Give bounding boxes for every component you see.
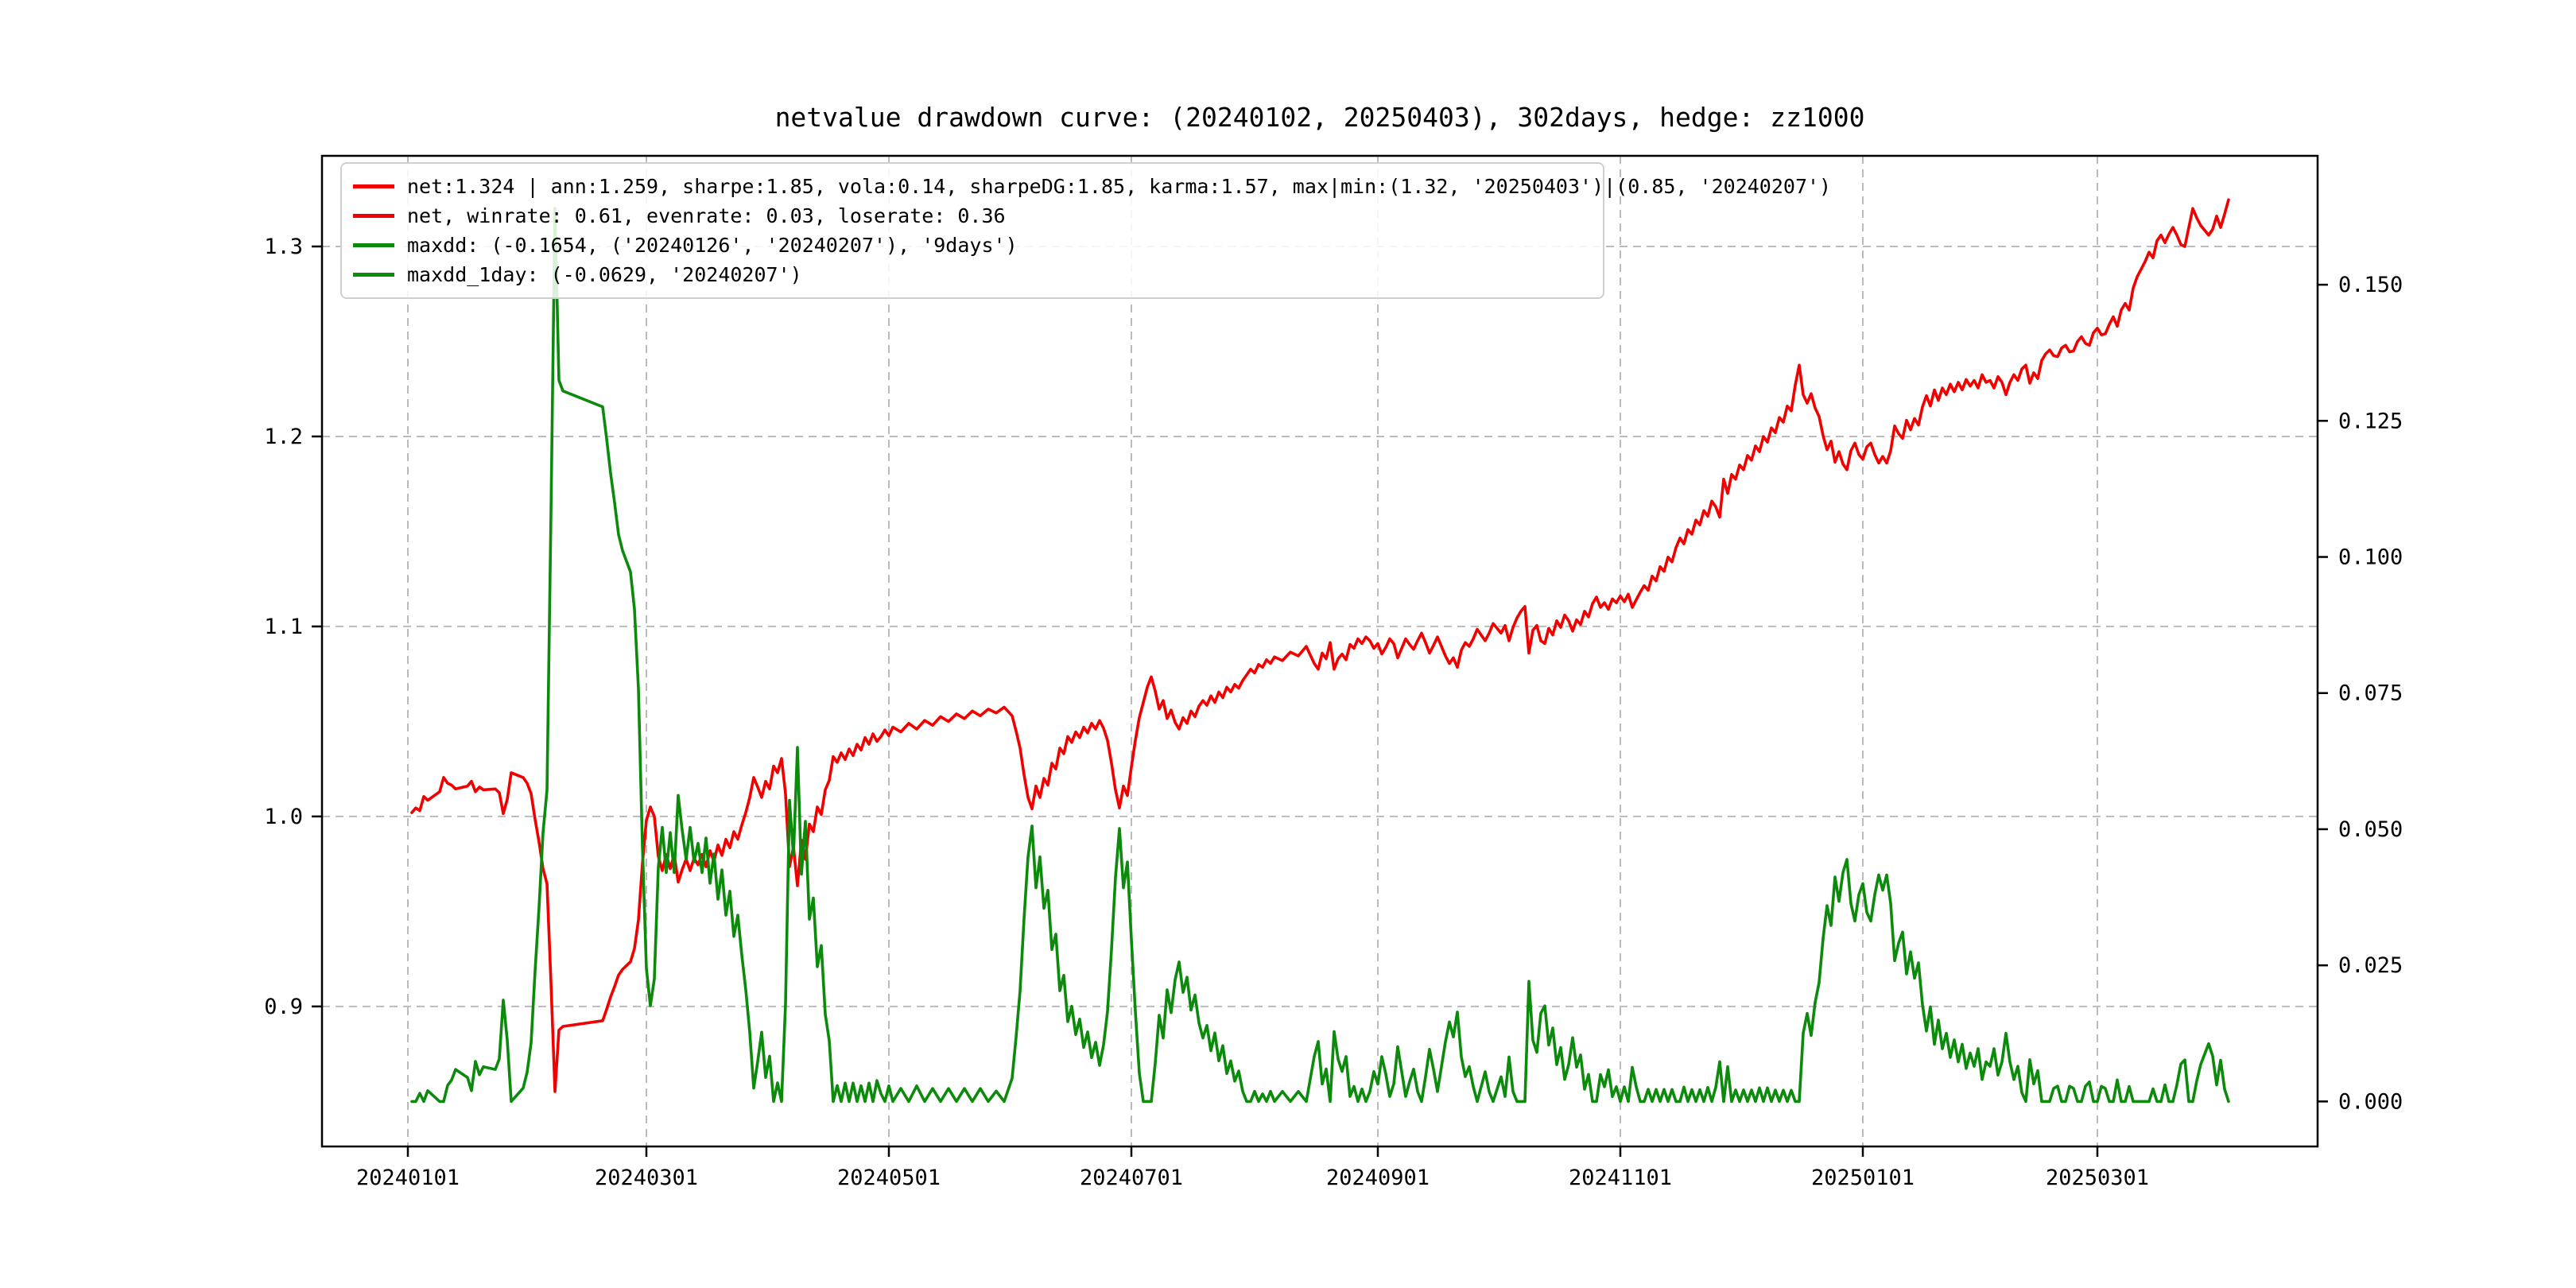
- legend-item-maxdd: maxdd: (-0.1654, ('20240126', '20240207'…: [353, 231, 1589, 260]
- x-tick-label: 20240901: [1326, 1166, 1430, 1190]
- y-right-tick-label: 0.100: [2338, 545, 2403, 570]
- x-tick-label: 20241101: [1569, 1166, 1672, 1190]
- y-left-tick-label: 1.3: [264, 235, 303, 259]
- y-left-tick-label: 0.9: [264, 995, 303, 1019]
- x-tick-label: 20240101: [356, 1166, 460, 1190]
- y-right-tick-label: 0.000: [2338, 1089, 2403, 1114]
- legend-label-maxdd: maxdd: (-0.1654, ('20240126', '20240207'…: [407, 234, 1018, 257]
- net-curve-line: [410, 198, 2230, 1093]
- x-tick-label: 20240701: [1080, 1166, 1183, 1190]
- y-right-tick-label: 0.050: [2338, 817, 2403, 842]
- legend-item-maxdd-1day: maxdd_1day: (-0.0629, '20240207'): [353, 260, 1589, 289]
- y-right-tick-label: 0.125: [2338, 409, 2403, 433]
- legend-box: net:1.324 | ann:1.259, sharpe:1.85, vola…: [340, 162, 1831, 299]
- legend-line-sample-net-stats: [353, 184, 394, 188]
- legend-label-maxdd-1day: maxdd_1day: (-0.0629, '20240207'): [407, 263, 802, 286]
- drawdown-curve-line: [410, 207, 2230, 1104]
- legend-item-net-stats: net:1.324 | ann:1.259, sharpe:1.85, vola…: [353, 172, 1831, 201]
- x-tick-label: 20250301: [2046, 1166, 2149, 1190]
- legend-line-sample-maxdd: [353, 243, 394, 247]
- y-left-tick-label: 1.2: [264, 425, 303, 449]
- legend-label-net-rates: net, winrate: 0.61, evenrate: 0.03, lose…: [407, 204, 1006, 227]
- y-right-tick-label: 0.025: [2338, 953, 2403, 978]
- x-tick-label: 20250101: [1811, 1166, 1915, 1190]
- y-right-tick-label: 0.150: [2338, 273, 2403, 297]
- legend-line-sample-maxdd-1day: [353, 273, 394, 277]
- legend-item-net-rates: net, winrate: 0.61, evenrate: 0.03, lose…: [353, 201, 1589, 231]
- x-tick-label: 20240301: [595, 1166, 698, 1190]
- x-tick-label: 20240501: [837, 1166, 941, 1190]
- plot-border: [320, 154, 2319, 1148]
- y-right-tick-label: 0.075: [2338, 681, 2403, 706]
- legend-label-net-stats: net:1.324 | ann:1.259, sharpe:1.85, vola…: [407, 175, 1832, 198]
- chart-figure: netvalue drawdown curve: (20240102, 2025…: [0, 0, 2576, 1288]
- legend-line-sample-net-rates: [353, 214, 394, 218]
- y-left-tick-label: 1.0: [264, 805, 303, 829]
- y-left-tick-label: 1.1: [264, 615, 303, 639]
